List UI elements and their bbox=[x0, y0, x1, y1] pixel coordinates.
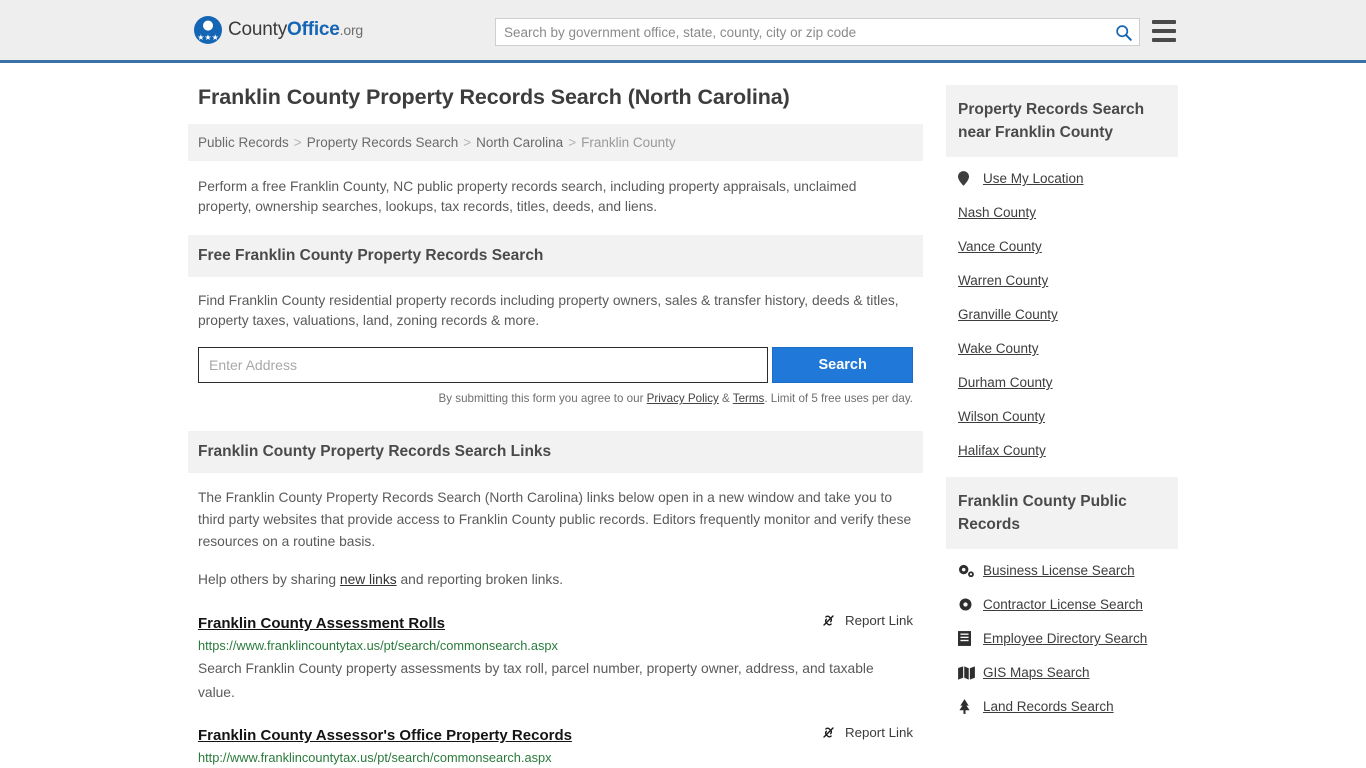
sidebar: Property Records Search near Franklin Co… bbox=[946, 85, 1178, 733]
sidebar-link-label[interactable]: GIS Maps Search bbox=[983, 665, 1090, 680]
site-header: ● ★★★ CountyOffice.org bbox=[0, 0, 1366, 63]
sidebar-item-vance-county[interactable]: Vance County bbox=[958, 239, 1166, 254]
sidebar-link-label[interactable]: Employee Directory Search bbox=[983, 631, 1147, 646]
gear-icon bbox=[958, 597, 976, 612]
sidebar-link-label[interactable]: Vance County bbox=[958, 239, 1042, 254]
sidebar-link-label[interactable]: Contractor License Search bbox=[983, 597, 1143, 612]
result-header: Franklin County Assessment Rolls Report … bbox=[198, 613, 913, 632]
address-search-input[interactable] bbox=[198, 347, 769, 383]
result-header: Franklin County Assessor's Office Proper… bbox=[198, 725, 913, 744]
privacy-policy-link[interactable]: Privacy Policy bbox=[647, 392, 719, 405]
address-search-button[interactable]: Search bbox=[772, 347, 913, 383]
sidebar-item-durham-county[interactable]: Durham County bbox=[958, 375, 1166, 390]
sidebar-item-contractor-license-search[interactable]: Contractor License Search bbox=[958, 597, 1166, 612]
result-item: Franklin County Assessor's Office Proper… bbox=[188, 725, 923, 768]
sidebar-item-wake-county[interactable]: Wake County bbox=[958, 341, 1166, 356]
search-icon[interactable] bbox=[1107, 19, 1139, 45]
tree-icon bbox=[958, 699, 976, 714]
page-title: Franklin County Property Records Search … bbox=[198, 85, 790, 109]
book-icon bbox=[958, 631, 976, 646]
unlink-icon bbox=[821, 725, 836, 740]
result-description: Search Franklin County property assessme… bbox=[198, 661, 874, 700]
breadcrumb-item-public-records[interactable]: Public Records bbox=[198, 135, 289, 150]
sidebar-item-gis-maps-search[interactable]: GIS Maps Search bbox=[958, 665, 1166, 680]
breadcrumb-item-north-carolina[interactable]: North Carolina bbox=[476, 135, 563, 150]
eagle-seal-icon: ● ★★★ bbox=[194, 16, 222, 44]
map-icon bbox=[958, 665, 976, 680]
sidebar-nearby-heading: Property Records Search near Franklin Co… bbox=[946, 85, 1178, 157]
map-pin-icon bbox=[958, 171, 976, 186]
links-section-paragraph: The Franklin County Property Records Sea… bbox=[198, 490, 912, 549]
result-url[interactable]: http://www.franklincountytax.us/pt/searc… bbox=[198, 750, 913, 765]
sidebar-nearby-box: Property Records Search near Franklin Co… bbox=[946, 85, 1178, 458]
report-link-label: Report Link bbox=[845, 725, 913, 740]
free-search-body: Find Franklin County residential propert… bbox=[188, 277, 923, 331]
hamburger-menu-icon[interactable] bbox=[1152, 20, 1176, 42]
sidebar-public-records-box: Franklin County Public Records Business … bbox=[946, 477, 1178, 714]
unlink-icon bbox=[821, 613, 836, 628]
sidebar-link-label[interactable]: Nash County bbox=[958, 205, 1036, 220]
sidebar-link-label[interactable]: Land Records Search bbox=[983, 699, 1114, 714]
logo-text-county: County bbox=[228, 19, 288, 40]
breadcrumb-item-property-records-search[interactable]: Property Records Search bbox=[307, 135, 459, 150]
sidebar-link-label[interactable]: Business License Search bbox=[983, 563, 1135, 578]
sidebar-link-label[interactable]: Halifax County bbox=[958, 443, 1046, 458]
address-search-form: Search bbox=[198, 347, 913, 383]
page-body: Franklin County Property Records Search … bbox=[0, 63, 1366, 768]
sidebar-public-records-heading: Franklin County Public Records bbox=[946, 477, 1178, 549]
global-search-bar[interactable] bbox=[495, 18, 1140, 46]
global-search-input[interactable] bbox=[496, 19, 1107, 45]
sidebar-public-records-list: Business License Search Contractor Licen… bbox=[946, 549, 1178, 714]
links-section-body: The Franklin County Property Records Sea… bbox=[188, 473, 923, 591]
result-item: Franklin County Assessment Rolls Report … bbox=[188, 613, 923, 705]
sidebar-item-wilson-county[interactable]: Wilson County bbox=[958, 409, 1166, 424]
sidebar-nearby-list: Use My Location Nash County Vance County… bbox=[946, 157, 1178, 458]
sidebar-link-label[interactable]: Warren County bbox=[958, 273, 1048, 288]
form-disclaimer-prefix: By submitting this form you agree to our bbox=[438, 392, 647, 405]
sidebar-item-nash-county[interactable]: Nash County bbox=[958, 205, 1166, 220]
sidebar-item-granville-county[interactable]: Granville County bbox=[958, 307, 1166, 322]
new-links-link[interactable]: new links bbox=[340, 572, 397, 587]
sidebar-item-use-my-location[interactable]: Use My Location bbox=[958, 171, 1166, 186]
breadcrumb: Public Records > Property Records Search > N… bbox=[188, 124, 923, 161]
sidebar-link-label[interactable]: Granville County bbox=[958, 307, 1058, 322]
help-prefix: Help others by sharing bbox=[198, 572, 340, 587]
report-link-button[interactable]: Report Link bbox=[821, 613, 913, 628]
result-title-link[interactable]: Franklin County Assessment Rolls bbox=[198, 615, 445, 632]
sidebar-item-employee-directory-search[interactable]: Employee Directory Search bbox=[958, 631, 1166, 646]
breadcrumb-separator: > bbox=[568, 135, 577, 150]
result-url[interactable]: https://www.franklincountytax.us/pt/sear… bbox=[198, 638, 913, 653]
logo-text-office: Office bbox=[287, 19, 340, 40]
sidebar-link-label[interactable]: Durham County bbox=[958, 375, 1053, 390]
terms-link[interactable]: Terms bbox=[733, 392, 765, 405]
site-logo[interactable]: ● ★★★ CountyOffice.org bbox=[194, 16, 363, 44]
links-section-heading: Franklin County Property Records Search … bbox=[188, 431, 923, 473]
main-content: Franklin County Property Records Search … bbox=[188, 85, 923, 768]
form-disclaimer: By submitting this form you agree to our… bbox=[198, 392, 913, 405]
sidebar-item-land-records-search[interactable]: Land Records Search bbox=[958, 699, 1166, 714]
links-section-help: Help others by sharing new links and rep… bbox=[198, 569, 913, 591]
form-disclaimer-amp: & bbox=[718, 392, 733, 405]
sidebar-link-label[interactable]: Wilson County bbox=[958, 409, 1045, 424]
sidebar-item-warren-county[interactable]: Warren County bbox=[958, 273, 1166, 288]
breadcrumb-separator: > bbox=[293, 135, 302, 150]
help-suffix: and reporting broken links. bbox=[396, 572, 564, 587]
sidebar-item-business-license-search[interactable]: Business License Search bbox=[958, 563, 1166, 578]
free-search-heading: Free Franklin County Property Records Se… bbox=[188, 235, 923, 277]
free-search-description: Find Franklin County residential propert… bbox=[198, 293, 899, 328]
sidebar-link-label[interactable]: Use My Location bbox=[983, 171, 1084, 186]
report-link-label: Report Link bbox=[845, 613, 913, 628]
logo-text-org: .org bbox=[339, 22, 364, 38]
result-title-link[interactable]: Franklin County Assessor's Office Proper… bbox=[198, 727, 572, 744]
sidebar-link-label[interactable]: Wake County bbox=[958, 341, 1039, 356]
breadcrumb-item-franklin-county: Franklin County bbox=[581, 135, 676, 150]
breadcrumb-separator: > bbox=[463, 135, 472, 150]
logo-text: CountyOffice.org bbox=[228, 19, 363, 41]
report-link-button[interactable]: Report Link bbox=[821, 725, 913, 740]
cogs-icon bbox=[958, 564, 976, 578]
sidebar-item-halifax-county[interactable]: Halifax County bbox=[958, 443, 1166, 458]
intro-paragraph: Perform a free Franklin County, NC publi… bbox=[198, 179, 857, 214]
form-disclaimer-suffix: . Limit of 5 free uses per day. bbox=[764, 392, 913, 405]
